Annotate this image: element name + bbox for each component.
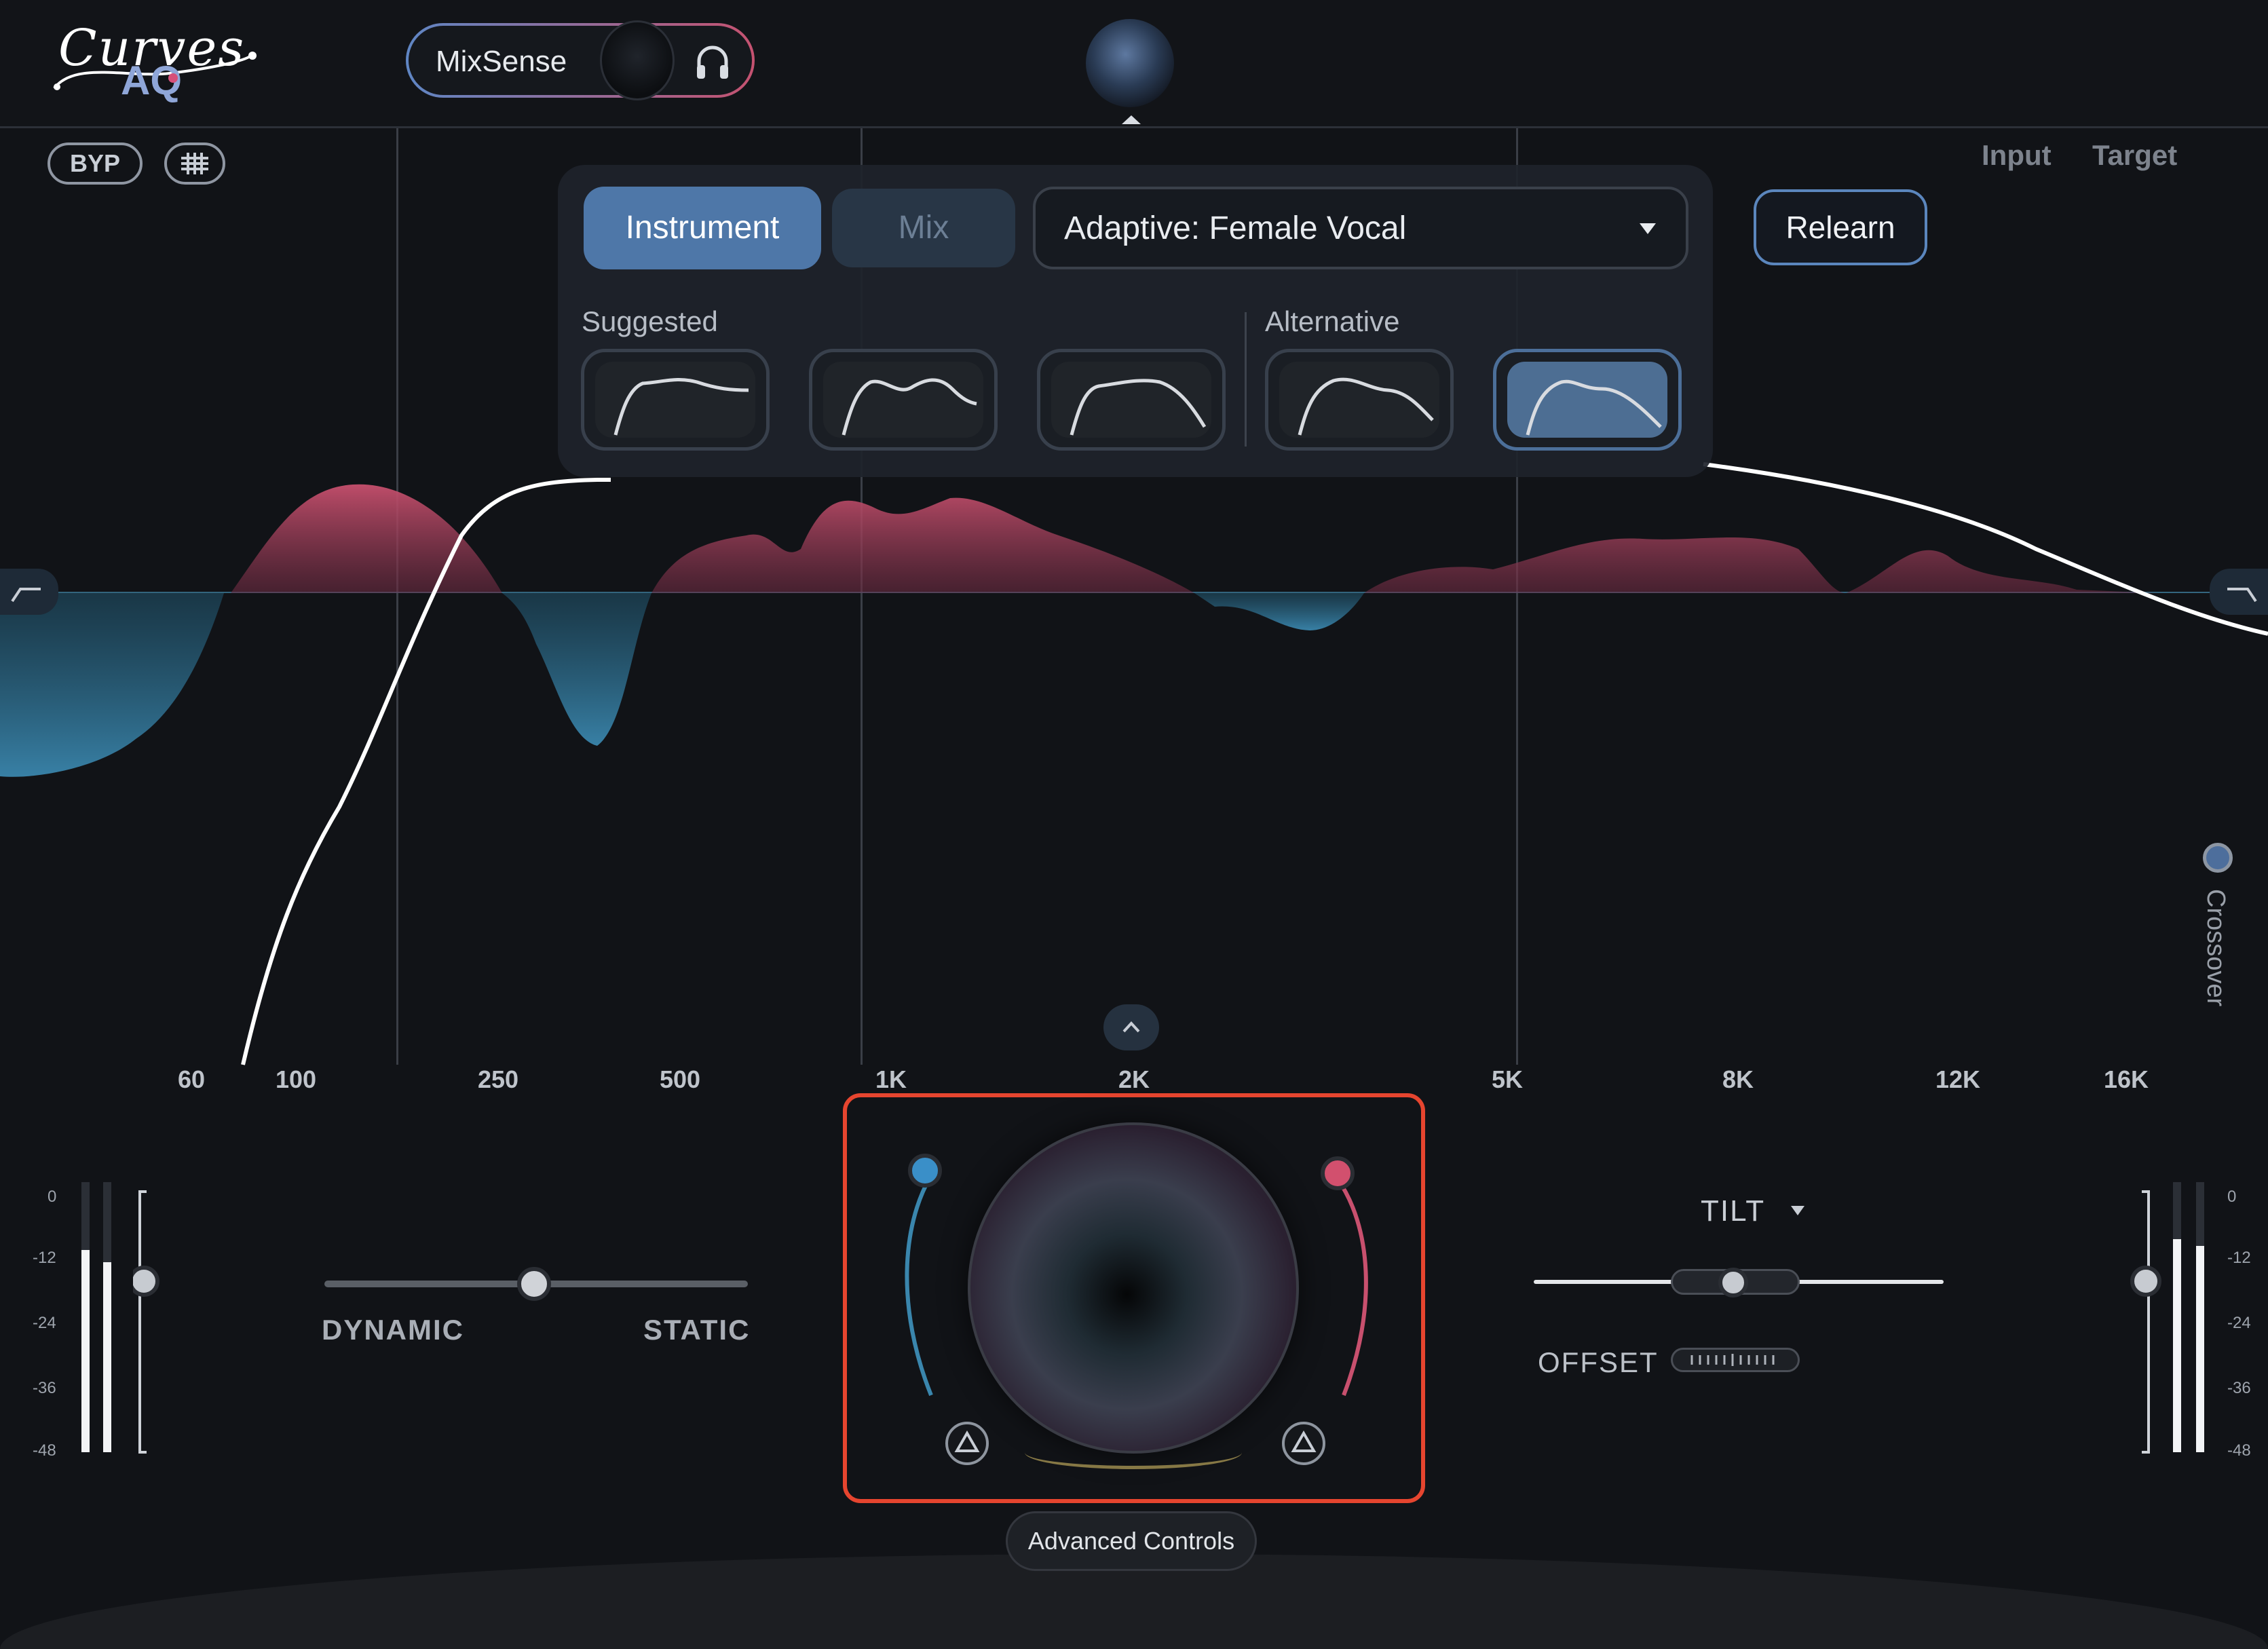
expand-graph-button[interactable] <box>1103 1004 1159 1050</box>
assistant-orb[interactable] <box>1086 19 1174 107</box>
freq-label: 500 <box>660 1065 701 1093</box>
offset-wheel[interactable] <box>1671 1348 1800 1372</box>
triangle-icon[interactable] <box>943 1420 991 1467</box>
boost-region <box>231 484 2158 593</box>
suggested-curve-1[interactable] <box>581 349 770 451</box>
section-divider <box>1245 312 1247 447</box>
cut-region <box>502 593 651 746</box>
orb-glow <box>1025 1436 1242 1469</box>
tilt-label[interactable]: TILT <box>1701 1194 1765 1228</box>
offset-label: OFFSET <box>1538 1346 1659 1378</box>
meter-tick: -36 <box>2227 1379 2251 1397</box>
main-orb-control[interactable] <box>968 1122 1299 1454</box>
curve-preview <box>1051 362 1211 438</box>
meter-tick: -48 <box>33 1441 56 1460</box>
freq-label: 1K <box>875 1065 907 1093</box>
input-meter-left <box>81 1250 90 1452</box>
high-cut-icon <box>2227 588 2257 603</box>
offset-wheel-ticks <box>1690 1354 1775 1366</box>
freq-label: 2K <box>1118 1065 1150 1093</box>
alternative-curve-1[interactable] <box>1265 349 1454 451</box>
freq-label: 16K <box>2104 1065 2149 1093</box>
cut-region <box>1194 593 1364 630</box>
crossover-label: Crossover <box>2201 889 2230 1007</box>
output-meter-right <box>2196 1246 2204 1452</box>
input-toggle[interactable]: Input <box>1982 139 2052 172</box>
curve-preview <box>595 362 755 438</box>
advanced-controls-button[interactable]: Advanced Controls <box>1006 1511 1257 1571</box>
top-bar: Curves AQ MixSense <box>0 0 2268 128</box>
curve-preview-icon <box>842 378 977 436</box>
curve-preview <box>1507 362 1667 438</box>
meter-tick: -24 <box>2227 1314 2251 1332</box>
mixsense-knob[interactable] <box>600 20 675 100</box>
freq-label: 8K <box>1722 1065 1754 1093</box>
collapse-arrow-icon[interactable] <box>1120 113 1143 126</box>
dynamic-label: DYNAMIC <box>322 1314 464 1346</box>
low-cut-icon <box>11 588 41 603</box>
grid-button[interactable] <box>164 143 225 185</box>
grid-icon <box>181 153 208 174</box>
curve-preview-icon <box>613 378 749 436</box>
curves-aq-plugin: Curves AQ MixSense BYP Input Target Inst… <box>0 0 2268 1649</box>
meter-tick: -24 <box>33 1314 56 1332</box>
cut-region <box>0 593 224 777</box>
meter-tick: -12 <box>33 1249 56 1267</box>
tab-instrument[interactable]: Instrument <box>584 187 821 269</box>
curve-preview <box>1279 362 1439 438</box>
alternative-curve-2[interactable] <box>1493 349 1682 451</box>
static-label: STATIC <box>643 1314 751 1346</box>
headphones-icon[interactable] <box>694 42 732 83</box>
meter-tick: -48 <box>2227 1441 2251 1460</box>
output-meter-left <box>2173 1239 2181 1452</box>
meter-tick: -36 <box>33 1379 56 1397</box>
chevron-down-icon[interactable] <box>1789 1204 1807 1217</box>
suggested-curve-2[interactable] <box>809 349 998 451</box>
alternative-label: Alternative <box>1265 305 1400 337</box>
mixsense-label: MixSense <box>436 45 567 78</box>
meter-tick: 0 <box>2227 1188 2237 1206</box>
mixsense-control[interactable]: MixSense <box>406 20 755 100</box>
output-gain-slider[interactable] <box>2123 1189 2163 1455</box>
tab-mix[interactable]: Mix <box>832 189 1015 267</box>
meter-tick: 0 <box>48 1188 57 1206</box>
freq-label: 60 <box>178 1065 206 1093</box>
meter-tick: -12 <box>2227 1249 2251 1267</box>
chevron-up-icon <box>1122 1021 1140 1033</box>
tilt-thumb[interactable] <box>1718 1268 1748 1297</box>
input-gain-slider[interactable] <box>133 1189 174 1455</box>
triangle-icon[interactable] <box>1280 1420 1327 1467</box>
freq-label: 12K <box>1935 1065 1981 1093</box>
chevron-down-icon <box>1640 223 1656 234</box>
high-cut-handle[interactable] <box>2210 569 2268 615</box>
low-cut-handle[interactable] <box>0 569 58 615</box>
freq-label: 100 <box>276 1065 317 1093</box>
freq-label: 5K <box>1492 1065 1524 1093</box>
curve-preview <box>823 362 983 438</box>
bypass-button[interactable]: BYP <box>48 143 143 185</box>
profile-select-value: Adaptive: Female Vocal <box>1064 210 1407 246</box>
crossover-toggle[interactable] <box>2203 843 2233 873</box>
profile-select[interactable]: Adaptive: Female Vocal <box>1033 187 1688 269</box>
suggested-label: Suggested <box>582 305 718 337</box>
curve-preview-icon <box>1070 379 1207 436</box>
suggested-curve-3[interactable] <box>1037 349 1226 451</box>
logo-dot <box>168 73 178 83</box>
target-toggle[interactable]: Target <box>2092 139 2177 172</box>
curve-preview-icon <box>1526 379 1662 436</box>
low-band-handle[interactable] <box>907 1152 943 1189</box>
dynamic-static-thumb[interactable] <box>517 1267 551 1301</box>
freq-label: 250 <box>478 1065 519 1093</box>
input-meter-right <box>103 1262 111 1452</box>
relearn-button[interactable]: Relearn <box>1754 189 1927 265</box>
high-band-handle[interactable] <box>1319 1155 1356 1192</box>
curve-preview-icon <box>1298 377 1434 436</box>
